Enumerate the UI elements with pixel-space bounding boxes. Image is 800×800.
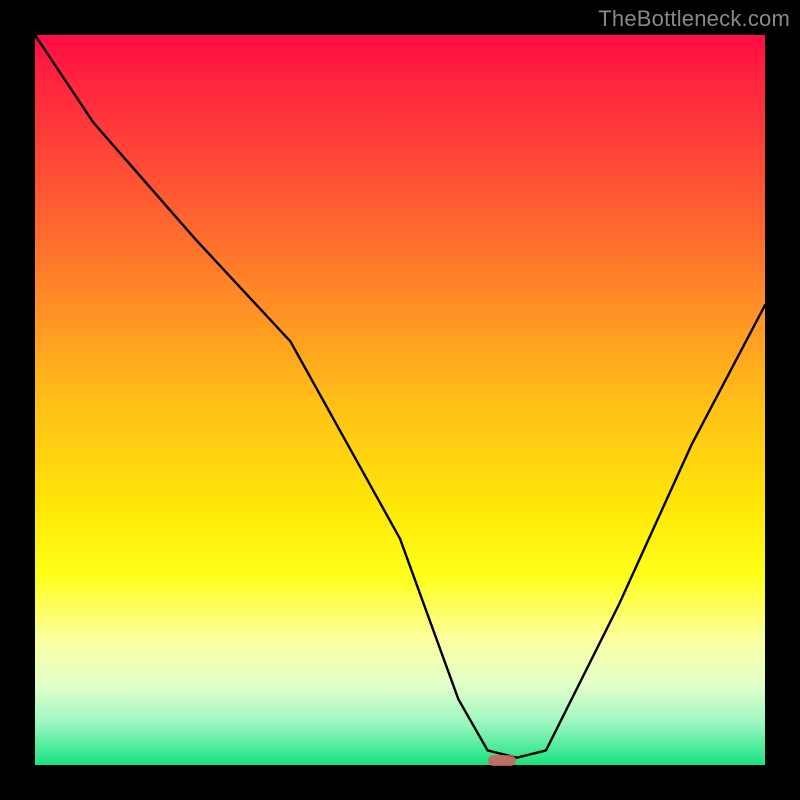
optimal-marker xyxy=(488,755,516,767)
curve-path xyxy=(35,35,765,758)
bottleneck-curve xyxy=(35,35,765,765)
chart-container: TheBottleneck.com xyxy=(0,0,800,800)
plot-area xyxy=(35,35,765,765)
watermark-text: TheBottleneck.com xyxy=(598,6,790,32)
